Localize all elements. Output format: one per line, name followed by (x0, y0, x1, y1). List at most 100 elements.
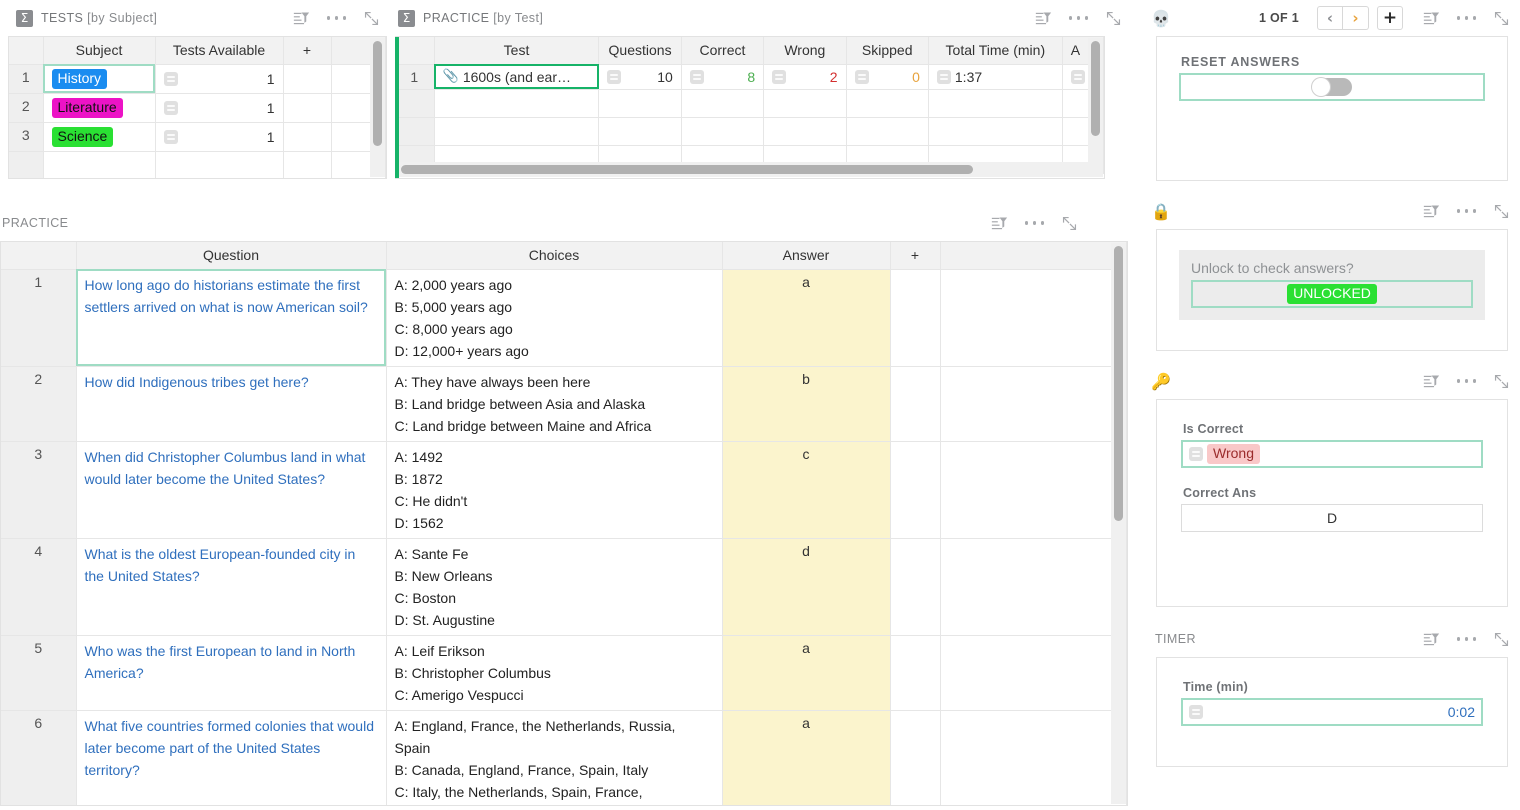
pbt-col-questions[interactable]: Questions (599, 37, 681, 64)
practice-col-add[interactable]: + (890, 242, 940, 269)
pbt-col-skipped[interactable]: Skipped (846, 37, 928, 64)
tests-available-cell[interactable]: 1 (155, 93, 283, 122)
expand-icon[interactable] (1493, 203, 1510, 220)
answer-cell[interactable]: b (722, 366, 890, 441)
choices-cell[interactable]: A: Sante FeB: New OrleansC: BostonD: St.… (386, 538, 722, 635)
subject-cell[interactable]: Science (43, 122, 155, 151)
next-record-button[interactable]: › (1343, 6, 1369, 30)
expand-icon[interactable] (1105, 10, 1122, 27)
table-row[interactable]: 5Who was the first European to land in N… (1, 635, 1127, 710)
pbt-col-correct[interactable]: Correct (681, 37, 763, 64)
table-row[interactable]: 3Science1 (9, 122, 386, 151)
reset-answers-toggle[interactable] (1312, 78, 1352, 96)
tests-col-add[interactable]: + (283, 37, 331, 64)
choices-cell[interactable]: A: They have always been hereB: Land bri… (386, 366, 722, 441)
skipped-cell[interactable]: 0 (846, 64, 928, 89)
answer-cell[interactable]: a (722, 635, 890, 710)
expand-icon[interactable] (1493, 10, 1510, 27)
expand-icon[interactable] (1493, 631, 1510, 648)
add-cell[interactable] (890, 710, 940, 806)
sort-filter-icon[interactable] (1423, 631, 1440, 648)
tests-available-cell[interactable]: 1 (155, 122, 283, 151)
practice-by-test-grid[interactable]: Test Questions Correct Wrong Skipped Tot… (395, 36, 1105, 179)
add-cell[interactable] (890, 366, 940, 441)
test-name-cell[interactable]: 📎1600s (and ear… (434, 64, 599, 89)
table-row[interactable]: 2How did Indigenous tribes get here?A: T… (1, 366, 1127, 441)
time-min-value-box[interactable]: 0:02 (1181, 698, 1483, 726)
practice-vertical-scrollbar[interactable] (1111, 243, 1126, 804)
more-options-icon[interactable] (1457, 10, 1476, 27)
practice-col-rownum[interactable] (1, 242, 76, 269)
choices-cell[interactable]: A: England, France, the Netherlands, Rus… (386, 710, 722, 806)
expand-icon[interactable] (1493, 373, 1510, 390)
expand-icon[interactable] (1061, 215, 1078, 232)
practice-col-answer[interactable]: Answer (722, 242, 890, 269)
choices-cell[interactable]: A: 1492B: 1872C: He didn'tD: 1562 (386, 441, 722, 538)
pbt-col-rownum[interactable] (395, 37, 434, 64)
wrong-cell[interactable]: 2 (764, 64, 846, 89)
add-cell[interactable] (283, 93, 331, 122)
question-cell[interactable]: How did Indigenous tribes get here? (76, 366, 386, 441)
more-options-icon[interactable] (1457, 373, 1476, 390)
sort-filter-icon[interactable] (1423, 203, 1440, 220)
more-options-icon[interactable] (1025, 215, 1044, 232)
add-cell[interactable] (890, 269, 940, 366)
question-cell[interactable]: How long ago do historians estimate the … (76, 269, 386, 366)
question-cell[interactable]: What five countries formed colonies that… (76, 710, 386, 806)
prev-record-button[interactable]: ‹ (1317, 6, 1343, 30)
answer-cell[interactable]: c (722, 441, 890, 538)
question-cell[interactable]: When did Christopher Columbus land in wh… (76, 441, 386, 538)
pbt-vertical-scrollbar[interactable] (1088, 38, 1103, 177)
sort-filter-icon[interactable] (1035, 10, 1052, 27)
table-row[interactable]: 3When did Christopher Columbus land in w… (1, 441, 1127, 538)
unlock-value-box[interactable]: UNLOCKED (1191, 280, 1473, 308)
tests-col-subject[interactable]: Subject (43, 37, 155, 64)
more-options-icon[interactable] (1457, 203, 1476, 220)
add-cell[interactable] (283, 64, 331, 93)
more-options-icon[interactable] (1457, 631, 1476, 648)
questions-cell[interactable]: 10 (599, 64, 681, 89)
add-cell[interactable] (890, 538, 940, 635)
add-record-button[interactable]: + (1377, 6, 1403, 30)
sort-filter-icon[interactable] (293, 10, 310, 27)
tests-col-tests-available[interactable]: Tests Available (155, 37, 283, 64)
question-cell[interactable]: What is the oldest European-founded city… (76, 538, 386, 635)
add-cell[interactable] (890, 441, 940, 538)
is-correct-value-box[interactable]: Wrong (1181, 440, 1483, 468)
tests-grid[interactable]: Subject Tests Available + 1History12Lite… (8, 36, 387, 179)
more-options-icon[interactable] (1069, 10, 1088, 27)
choices-cell[interactable]: A: 2,000 years agoB: 5,000 years agoC: 8… (386, 269, 722, 366)
question-cell[interactable]: Who was the first European to land in No… (76, 635, 386, 710)
tests-vertical-scrollbar[interactable] (370, 38, 385, 177)
tests-col-rownum[interactable] (9, 37, 43, 64)
subject-cell[interactable]: Literature (43, 93, 155, 122)
table-row[interactable]: 1📎1600s (and ear…108201:37 (395, 64, 1104, 89)
tests-available-cell[interactable]: 1 (155, 64, 283, 93)
table-row[interactable]: 6What five countries formed colonies tha… (1, 710, 1127, 806)
pbt-col-total-time[interactable]: Total Time (min) (928, 37, 1062, 64)
correct-ans-value-box[interactable]: D (1181, 504, 1483, 532)
choices-cell[interactable]: A: Leif EriksonB: Christopher ColumbusC:… (386, 635, 722, 710)
table-row[interactable]: 2Literature1 (9, 93, 386, 122)
practice-col-question[interactable]: Question (76, 242, 386, 269)
add-cell[interactable] (890, 635, 940, 710)
reset-answers-toggle-wrap[interactable] (1179, 73, 1485, 101)
add-cell[interactable] (283, 122, 331, 151)
table-row[interactable]: 4What is the oldest European-founded cit… (1, 538, 1127, 635)
more-options-icon[interactable] (327, 10, 346, 27)
table-row[interactable]: 1How long ago do historians estimate the… (1, 269, 1127, 366)
subject-cell[interactable]: History (43, 64, 155, 93)
sort-filter-icon[interactable] (991, 215, 1008, 232)
practice-grid[interactable]: Question Choices Answer + 1How long ago … (0, 241, 1128, 806)
table-row[interactable]: 1History1 (9, 64, 386, 93)
sort-filter-icon[interactable] (1423, 373, 1440, 390)
expand-icon[interactable] (363, 10, 380, 27)
total-time-cell[interactable]: 1:37 (928, 64, 1062, 89)
answer-cell[interactable]: d (722, 538, 890, 635)
practice-col-choices[interactable]: Choices (386, 242, 722, 269)
answer-cell[interactable]: a (722, 710, 890, 806)
correct-cell[interactable]: 8 (681, 64, 763, 89)
pbt-col-wrong[interactable]: Wrong (764, 37, 846, 64)
sort-filter-icon[interactable] (1423, 10, 1440, 27)
pbt-horizontal-scrollbar[interactable] (396, 162, 1103, 177)
